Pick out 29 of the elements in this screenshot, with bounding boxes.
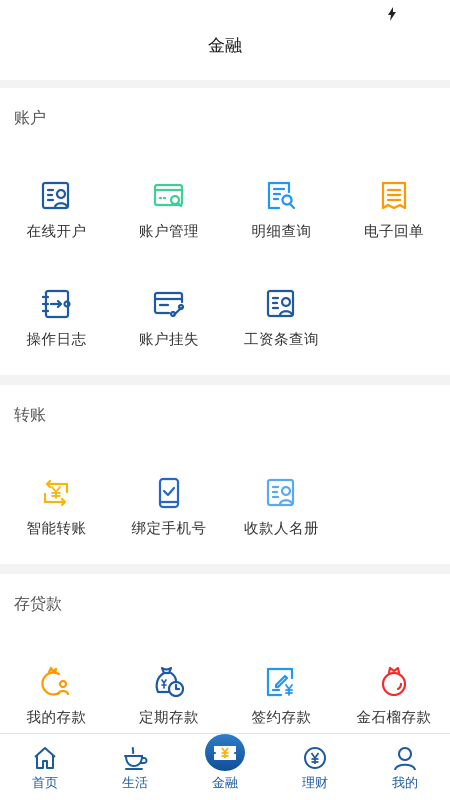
menu-item[interactable]: 签约存款: [225, 665, 338, 727]
coffee-cup-icon: [122, 745, 148, 771]
home-icon: [32, 745, 58, 771]
section-title: 存贷款: [14, 594, 62, 615]
menu-item[interactable]: 我的存款: [0, 665, 112, 727]
log-book-icon: [39, 287, 74, 321]
yuan-coin-icon: [302, 745, 328, 771]
tab[interactable]: 首页: [0, 734, 90, 800]
person-icon: [392, 745, 418, 771]
menu-item[interactable]: 账户挂失: [112, 287, 225, 349]
tab[interactable]: 理财: [270, 734, 360, 800]
menu-item[interactable]: 定期存款: [112, 665, 225, 727]
section-title: 账户: [14, 108, 46, 129]
page-title: 金融: [208, 35, 242, 57]
charging-icon: [387, 7, 397, 21]
menu-item[interactable]: 金石榴存款: [338, 665, 450, 727]
menu-item[interactable]: 收款人名册: [225, 476, 338, 538]
tab[interactable]: 我的: [360, 734, 450, 800]
menu-item[interactable]: 工资条查询: [225, 287, 338, 349]
menu-item[interactable]: 电子回单: [338, 179, 450, 241]
tab[interactable]: 金融: [180, 734, 270, 800]
menu-item[interactable]: 操作日志: [0, 287, 112, 349]
section-title: 转账: [14, 405, 46, 426]
menu-item[interactable]: 账户管理: [112, 179, 225, 241]
menu-item[interactable]: 绑定手机号: [112, 476, 225, 538]
menu-item[interactable]: 在线开户: [0, 179, 112, 241]
menu-item[interactable]: 明细查询: [225, 179, 338, 241]
menu-item[interactable]: 智能转账: [0, 476, 112, 538]
tab[interactable]: 生活: [90, 734, 180, 800]
